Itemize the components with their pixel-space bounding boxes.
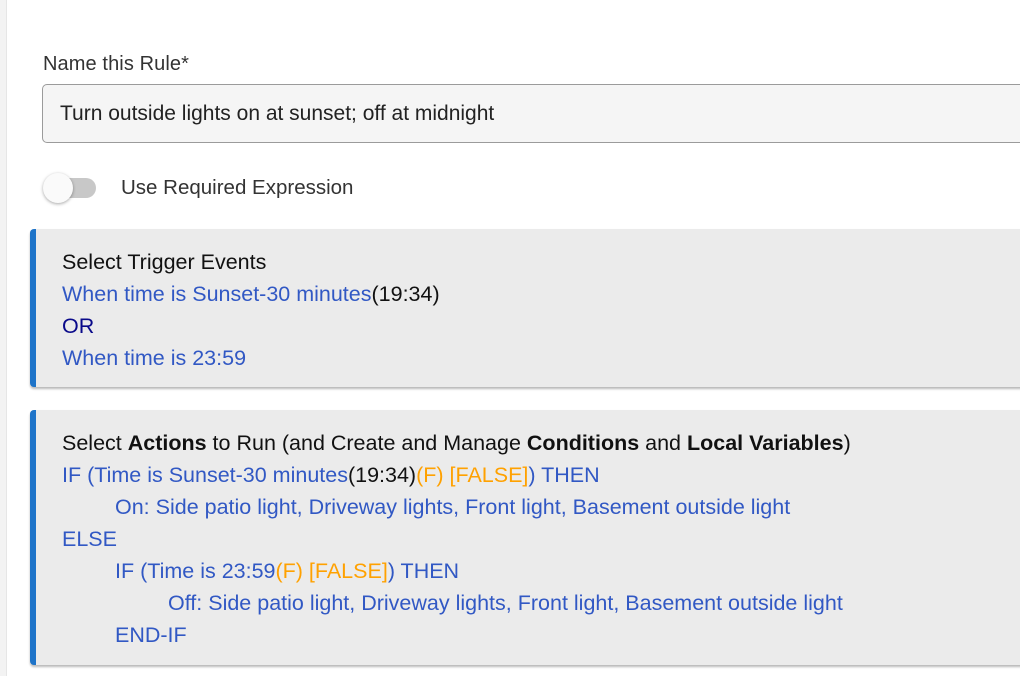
trigger-event-item: When time is 23:59 xyxy=(62,342,1020,374)
if-then-keyword: ) THEN xyxy=(387,559,460,583)
trigger-or-separator: OR xyxy=(62,314,95,338)
if-condition-text: IF (Time is 23:59 xyxy=(115,559,276,583)
if-condition-time: (19:34) xyxy=(347,463,417,487)
action-end-if-line: END-IF xyxy=(115,623,187,647)
trigger-event-text: When time is Sunset-30 minutes xyxy=(62,282,372,306)
actions-heading-mid1: to Run (and Create and Manage xyxy=(206,431,527,455)
actions-card[interactable]: Select Actions to Run (and Create and Ma… xyxy=(30,410,1020,665)
actions-heading-conditions: Conditions xyxy=(526,431,640,455)
trigger-events-heading: Select Trigger Events xyxy=(62,250,267,274)
actions-heading-mid2: and xyxy=(639,431,687,455)
actions-heading-local-variables: Local Variables xyxy=(687,431,844,455)
actions-heading-pre: Select xyxy=(62,431,128,455)
rule-name-input[interactable] xyxy=(42,84,1020,143)
required-expression-toggle[interactable] xyxy=(40,170,98,206)
toggle-thumb xyxy=(43,173,73,203)
required-expression-label: Use Required Expression xyxy=(121,176,354,199)
if-condition-state: (F) [FALSE] xyxy=(416,463,529,487)
action-on-line: On: Side patio light, Driveway lights, F… xyxy=(115,495,791,519)
action-else-line: ELSE xyxy=(62,527,117,551)
trigger-event-text: When time is 23:59 xyxy=(62,346,247,370)
required-expression-row: Use Required Expression xyxy=(40,170,353,206)
actions-heading: Select Actions to Run (and Create and Ma… xyxy=(62,427,1020,459)
if-then-keyword: ) THEN xyxy=(528,463,600,487)
trigger-event-item: When time is Sunset-30 minutes(19:34) xyxy=(62,278,1020,310)
trigger-events-card[interactable]: Select Trigger Events When time is Sunse… xyxy=(30,229,1020,387)
rule-name-label: Name this Rule* xyxy=(43,53,190,75)
trigger-event-computed-time: (19:34) xyxy=(371,282,440,306)
page-left-edge xyxy=(0,0,7,676)
action-off-line: Off: Side patio light, Driveway lights, … xyxy=(168,591,843,615)
action-if-line: IF (Time is Sunset-30 minutes(19:34)(F) … xyxy=(62,459,1020,491)
if-condition-text: IF (Time is Sunset-30 minutes xyxy=(62,463,348,487)
actions-heading-post: ) xyxy=(843,431,851,455)
rule-editor-page: Name this Rule* Use Required Expression … xyxy=(0,0,1020,676)
if-condition-state: (F) [FALSE] xyxy=(275,559,388,583)
actions-heading-actions: Actions xyxy=(127,431,207,455)
action-nested-if-line: IF (Time is 23:59(F) [FALSE]) THEN xyxy=(62,555,1020,587)
